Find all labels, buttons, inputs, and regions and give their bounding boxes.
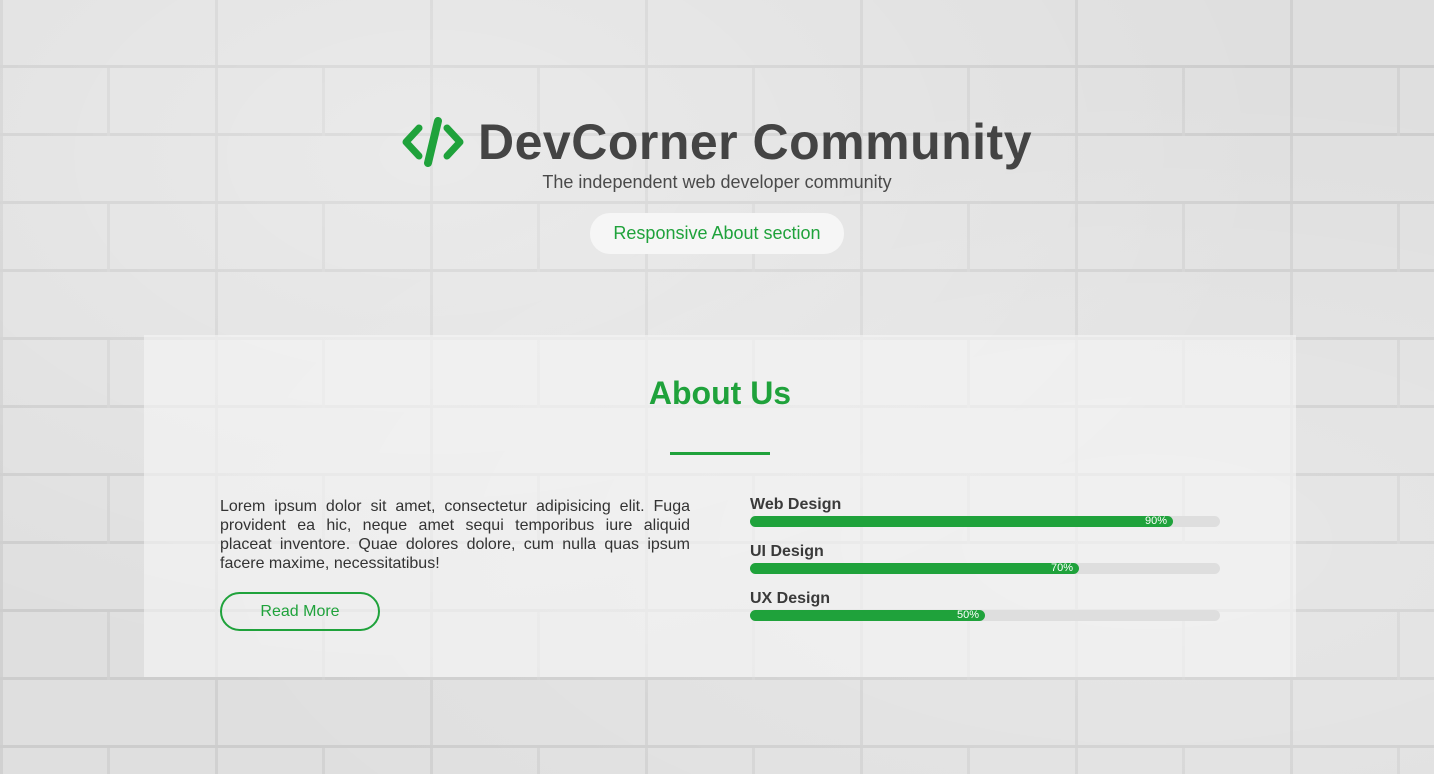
hero-header: DevCorner Community The independent web … xyxy=(0,110,1434,254)
about-section: About Us Lorem ipsum dolor sit amet, con… xyxy=(144,335,1296,677)
skills-list: Web Design 90% UI Design 70% UX Design 5… xyxy=(750,495,1220,636)
skill-percent: 90% xyxy=(1144,515,1167,527)
skill-label: Web Design xyxy=(750,496,842,513)
brand: DevCorner Community xyxy=(0,110,1434,174)
about-description: Lorem ipsum dolor sit amet, consectetur … xyxy=(220,498,690,572)
skill-percent: 70% xyxy=(1050,562,1073,574)
about-title: About Us xyxy=(648,375,792,411)
skill-label: UX Design xyxy=(750,590,831,607)
title-underline xyxy=(670,452,770,455)
skill-progress-track: 70% xyxy=(750,562,1220,574)
skill-progress-track: 50% xyxy=(750,609,1220,621)
skill-progress-track: 90% xyxy=(750,515,1220,527)
skill-web-design: Web Design 90% xyxy=(750,495,1220,542)
skill-ux-design: UX Design 50% xyxy=(750,589,1220,636)
skill-progress-fill: 70% xyxy=(750,562,1079,574)
responsive-about-button[interactable]: Responsive About section xyxy=(590,213,844,254)
code-icon xyxy=(402,117,464,167)
site-tagline: The independent web developer community xyxy=(542,172,892,192)
skill-label: UI Design xyxy=(750,543,824,560)
skill-progress-fill: 50% xyxy=(750,609,985,621)
site-title: DevCorner Community xyxy=(477,114,1033,170)
skill-ui-design: UI Design 70% xyxy=(750,542,1220,589)
skill-progress-fill: 90% xyxy=(750,515,1173,527)
read-more-button[interactable]: Read More xyxy=(220,592,380,631)
skill-percent: 50% xyxy=(956,609,979,621)
